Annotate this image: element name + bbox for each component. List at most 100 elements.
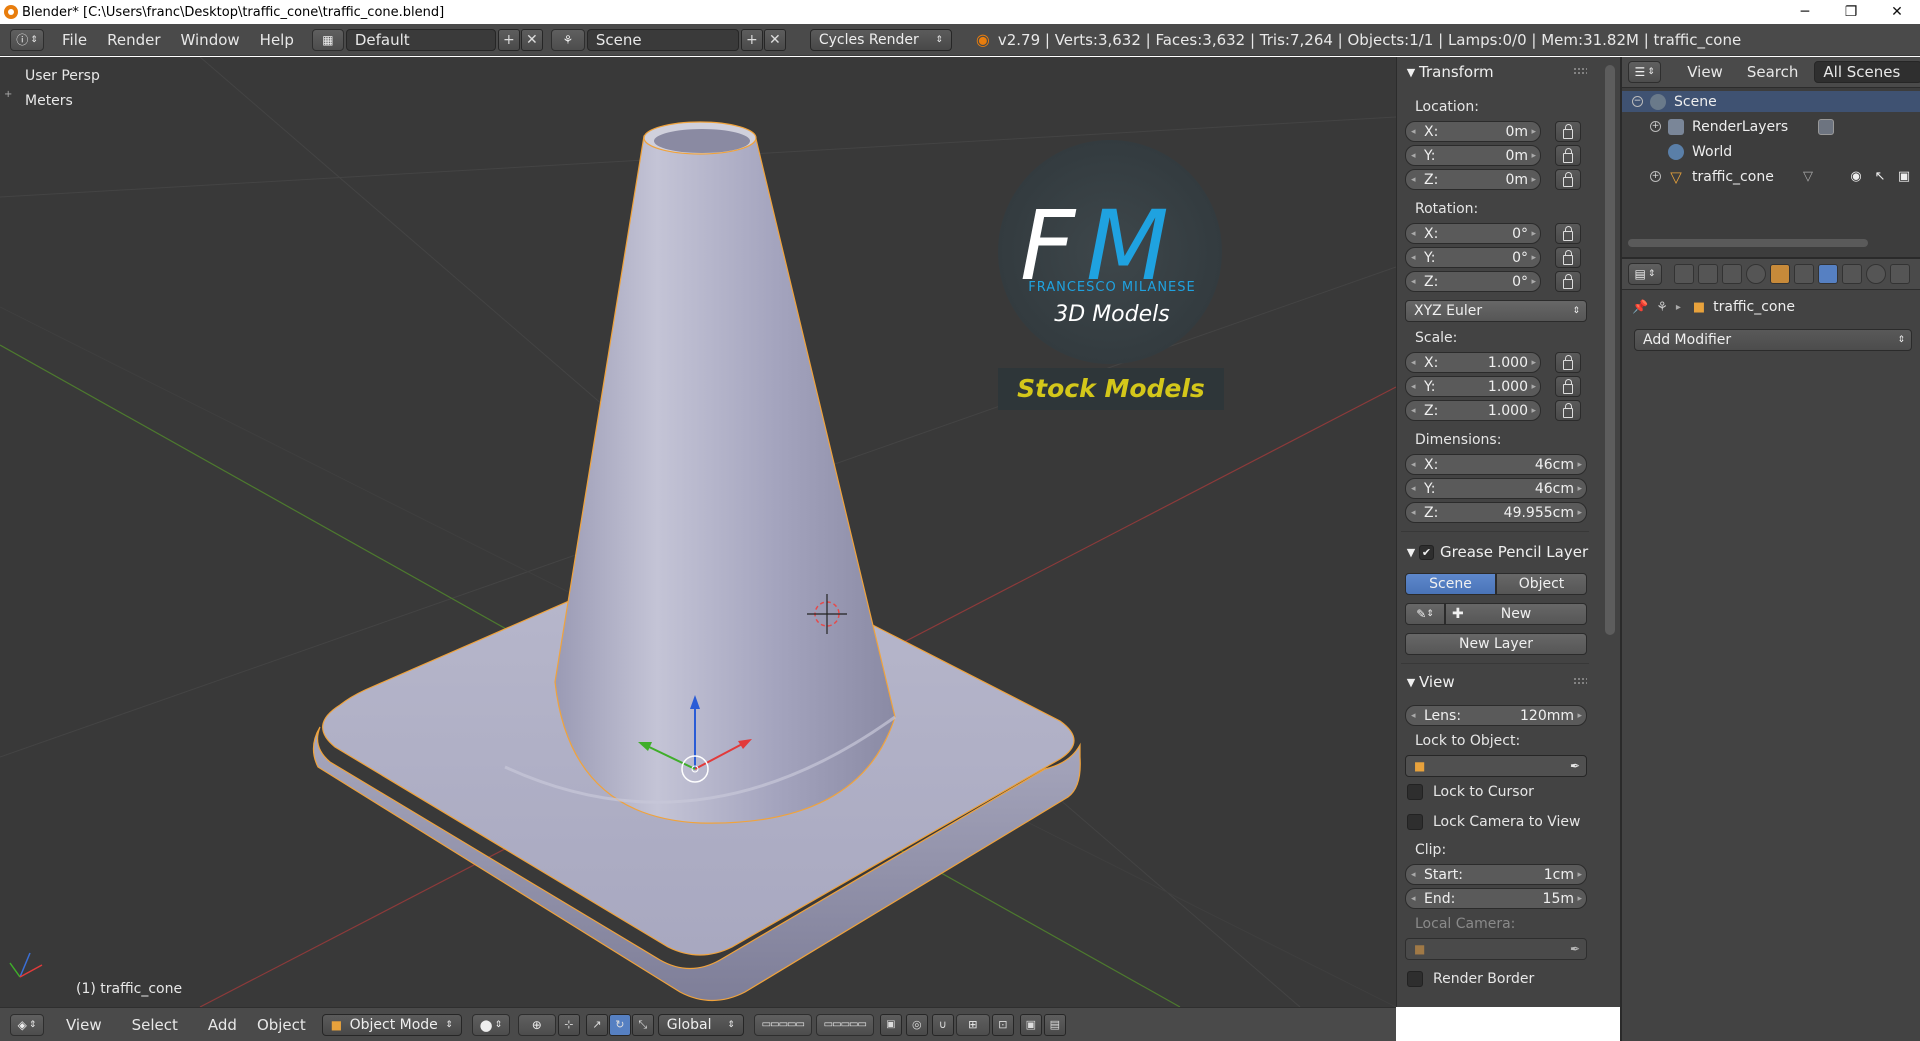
- texture-tab-icon[interactable]: [1890, 264, 1910, 284]
- grease-pencil-panel-header[interactable]: ▼ ✔ Grease Pencil Layer: [1397, 541, 1593, 563]
- selectability-cursor-icon[interactable]: ↖: [1872, 169, 1888, 185]
- drag-grip-icon[interactable]: [1573, 67, 1587, 75]
- lens-field[interactable]: Lens: 120mm: [1405, 705, 1587, 726]
- menu-help[interactable]: Help: [250, 31, 304, 49]
- renderability-camera-icon[interactable]: ▣: [1896, 169, 1912, 185]
- toolshelf-toggle-icon[interactable]: +: [4, 89, 12, 100]
- grease-pencil-checkbox[interactable]: ✔: [1419, 544, 1434, 560]
- close-button[interactable]: ✕: [1874, 0, 1920, 24]
- minimize-button[interactable]: ─: [1782, 0, 1828, 24]
- snap-element-dropdown[interactable]: ⊞: [955, 1013, 990, 1036]
- scale-z-field[interactable]: Z: 1.000: [1405, 400, 1541, 421]
- eyedropper-icon[interactable]: ✒: [1570, 759, 1580, 773]
- view-panel-header[interactable]: ▼ View: [1397, 671, 1593, 693]
- layers-grid-2[interactable]: ▭▭▭▭▭: [815, 1013, 874, 1036]
- menu-file[interactable]: File: [52, 31, 97, 49]
- lock-rotation-x-button[interactable]: [1555, 223, 1581, 244]
- outliner-item-world[interactable]: World: [1622, 141, 1920, 162]
- outliner-menu-search[interactable]: Search: [1737, 63, 1809, 81]
- expand-icon[interactable]: +: [1650, 171, 1661, 182]
- rotation-y-field[interactable]: Y: 0°: [1405, 247, 1541, 268]
- outliner-menu-view[interactable]: View: [1677, 63, 1733, 81]
- snap-target-button[interactable]: ⊡: [991, 1013, 1014, 1036]
- editor-type-properties-button[interactable]: ▤ ⇕: [1628, 263, 1662, 285]
- location-y-field[interactable]: Y: 0m: [1405, 145, 1541, 166]
- manipulator-toggle-button[interactable]: ⊹: [557, 1013, 580, 1036]
- 3d-viewport[interactable]: F M FRANCESCO MILANESE 3D Models Stock M…: [0, 57, 1396, 1007]
- expand-icon[interactable]: +: [1650, 121, 1661, 132]
- lock-object-field[interactable]: ■ ✒: [1405, 755, 1587, 777]
- lock-rotation-z-button[interactable]: [1555, 271, 1581, 292]
- rotation-x-field[interactable]: X: 0°: [1405, 223, 1541, 244]
- outliner-item-scene[interactable]: − Scene: [1622, 91, 1920, 112]
- scale-y-field[interactable]: Y: 1.000: [1405, 376, 1541, 397]
- menu-object[interactable]: Object: [247, 1016, 316, 1034]
- world-tab-icon[interactable]: [1746, 264, 1766, 284]
- clip-start-field[interactable]: Start: 1cm: [1405, 864, 1587, 885]
- visibility-eye-icon[interactable]: ◉: [1848, 169, 1864, 185]
- render-layers-tab-icon[interactable]: [1698, 264, 1718, 284]
- menu-add[interactable]: Add: [198, 1016, 247, 1034]
- add-layout-button[interactable]: +: [497, 28, 520, 51]
- pivot-point-dropdown[interactable]: ⊕: [517, 1013, 556, 1036]
- modifiers-wrench-tab-icon[interactable]: [1818, 264, 1838, 284]
- render-border-checkbox[interactable]: [1407, 971, 1423, 987]
- properties-shelf-scrollbar[interactable]: [1600, 57, 1620, 1007]
- scale-x-field[interactable]: X: 1.000: [1405, 352, 1541, 373]
- gp-brush-dropdown[interactable]: ✎ ⇕: [1405, 603, 1445, 625]
- gp-object-tab[interactable]: Object: [1496, 573, 1587, 595]
- gp-new-layer-button[interactable]: New Layer: [1405, 633, 1587, 655]
- dimension-y-field[interactable]: Y: 46cm: [1405, 478, 1587, 499]
- render-engine-dropdown[interactable]: Cycles Render ⇕: [809, 28, 952, 51]
- gp-scene-tab[interactable]: Scene: [1405, 573, 1496, 595]
- scrollbar-thumb[interactable]: [1605, 65, 1615, 635]
- dimension-z-field[interactable]: Z: 49.955cm: [1405, 502, 1587, 523]
- translate-manipulator-button[interactable]: ↗: [585, 1013, 608, 1036]
- rotation-z-field[interactable]: Z: 0°: [1405, 271, 1541, 292]
- rotation-mode-dropdown[interactable]: XYZ Euler ⇕: [1405, 300, 1587, 322]
- interaction-mode-dropdown[interactable]: ■ Object Mode ⇕: [321, 1013, 462, 1036]
- pin-icon[interactable]: 📌: [1632, 300, 1648, 315]
- delete-layout-button[interactable]: ✕: [520, 28, 543, 51]
- lock-scale-y-button[interactable]: [1555, 376, 1581, 397]
- lock-to-cursor-checkbox[interactable]: [1407, 784, 1423, 800]
- viewport-shading-dropdown[interactable]: ● ⇕: [471, 1013, 510, 1036]
- rotate-manipulator-button[interactable]: ↻: [608, 1013, 631, 1036]
- lock-camera-checkbox[interactable]: [1407, 814, 1423, 830]
- editor-type-outliner-button[interactable]: ☰ ⇕: [1628, 61, 1662, 83]
- scale-manipulator-button[interactable]: ⤡: [631, 1013, 654, 1036]
- scene-name-field[interactable]: Scene: [586, 28, 739, 51]
- menu-view[interactable]: View: [56, 1016, 112, 1034]
- render-tab-icon[interactable]: [1674, 264, 1694, 284]
- outliner-item-traffic-cone[interactable]: + ▽ traffic_cone ▽ ◉ ↖ ▣: [1622, 166, 1920, 187]
- clip-end-field[interactable]: End: 15m: [1405, 888, 1587, 909]
- transform-orientation-dropdown[interactable]: Global ⇕: [657, 1013, 744, 1036]
- layout-name-field[interactable]: Default: [345, 28, 496, 51]
- gp-new-button[interactable]: ✚ New: [1445, 603, 1587, 625]
- scene-icon[interactable]: ⚘: [550, 28, 585, 51]
- lock-layers-button[interactable]: ▣: [879, 1013, 902, 1036]
- screen-layout-icon[interactable]: ▦: [311, 28, 344, 51]
- snap-toggle-button[interactable]: ∪: [931, 1013, 954, 1036]
- lock-rotation-y-button[interactable]: [1555, 247, 1581, 268]
- maximize-button[interactable]: ❐: [1828, 0, 1874, 24]
- outliner-display-mode-dropdown[interactable]: All Scenes: [1814, 61, 1920, 83]
- constraints-tab-icon[interactable]: [1794, 264, 1814, 284]
- lock-location-y-button[interactable]: [1555, 145, 1581, 166]
- location-z-field[interactable]: Z: 0m: [1405, 169, 1541, 190]
- proportional-edit-button[interactable]: ◎: [905, 1013, 928, 1036]
- outliner-horizontal-scrollbar[interactable]: [1628, 239, 1868, 247]
- object-tab-icon[interactable]: [1770, 264, 1790, 284]
- menu-render[interactable]: Render: [97, 31, 170, 49]
- render-animation-button[interactable]: ▤: [1043, 1013, 1066, 1036]
- menu-select[interactable]: Select: [122, 1016, 188, 1034]
- lock-location-z-button[interactable]: [1555, 169, 1581, 190]
- scene-tab-icon[interactable]: [1722, 264, 1742, 284]
- data-tab-icon[interactable]: [1842, 264, 1862, 284]
- editor-type-info-button[interactable]: ⓘ ⇕: [10, 28, 44, 51]
- add-modifier-dropdown[interactable]: Add Modifier ⇕: [1634, 329, 1912, 351]
- location-x-field[interactable]: X: 0m: [1405, 121, 1541, 142]
- drag-grip-icon[interactable]: [1573, 677, 1587, 685]
- render-still-button[interactable]: ▣: [1019, 1013, 1042, 1036]
- editor-type-3d-view-button[interactable]: ◈ ⇕: [10, 1013, 44, 1036]
